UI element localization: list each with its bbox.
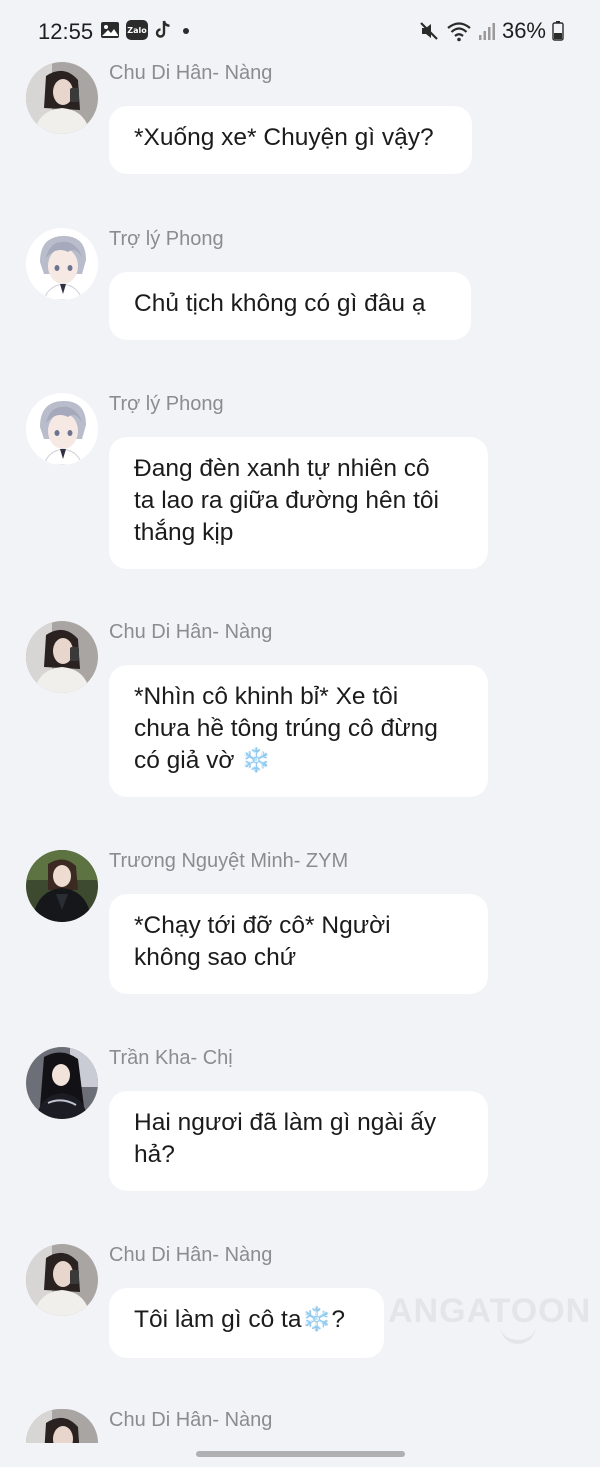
message-bubble[interactable]: Hai ngươi đã làm gì ngài ấy hả? <box>109 1091 488 1191</box>
sender-name: Trương Nguyệt Minh- ZYM <box>109 850 349 872</box>
avatar[interactable] <box>26 393 98 465</box>
message-text-line: có giả vờ ❄️ <box>134 745 463 777</box>
avatar-girl-white-shirt <box>26 621 98 693</box>
message-text-line: thắng kịp <box>134 519 234 546</box>
chat-message: Trợ lý Phong Chủ tịch không có gì đâu ạ <box>0 228 600 340</box>
sender-name: Trợ lý Phong <box>109 393 224 415</box>
wifi-icon <box>447 22 471 42</box>
avatar[interactable] <box>26 62 98 134</box>
avatar[interactable] <box>26 621 98 693</box>
message-text-line: chưa hề tông trúng cô đừng <box>134 715 438 742</box>
message-text-line: không sao chứ <box>134 944 297 971</box>
avatar-girl-black-hair <box>26 1047 98 1119</box>
message-bubble[interactable]: *Xuống xe* Chuyện gì vậy? <box>109 106 472 174</box>
sender-name: Chu Di Hân- Nàng <box>109 62 273 84</box>
message-text: có giả vờ <box>134 747 235 774</box>
avatar[interactable] <box>26 228 98 300</box>
chat-message: Chu Di Hân- Nàng Tôi làm gì cô ta❄️? <box>0 1244 600 1358</box>
mute-icon <box>420 22 438 40</box>
tiktok-icon <box>155 20 170 38</box>
notification-icons: Zalo <box>100 20 194 40</box>
message-text-line: Đang đèn xanh tự nhiên cô <box>134 455 430 482</box>
avatar-girl-dark-jacket <box>26 850 98 922</box>
avatar-girl-white-shirt <box>26 1244 98 1316</box>
avatar[interactable] <box>26 850 98 922</box>
avatar[interactable] <box>26 1244 98 1316</box>
message-text-line: *Chạy tới đỡ cô* Người <box>134 912 391 939</box>
chat-message: Chu Di Hân- Nàng *Xuống xe* Chuyện gì vậ… <box>0 62 600 174</box>
home-indicator[interactable] <box>196 1451 405 1457</box>
message-text-line: ta lao ra giữa đường hên tôi <box>134 487 439 514</box>
avatar-anime-silver-hair <box>26 228 98 300</box>
battery-icon <box>552 21 564 41</box>
message-bubble[interactable]: *Chạy tới đỡ cô* Người không sao chứ <box>109 894 488 994</box>
sender-name: Trần Kha- Chị <box>109 1047 233 1069</box>
signal-icon <box>478 23 495 40</box>
dot-icon <box>183 28 189 34</box>
message-text-line: hả? <box>134 1141 175 1168</box>
battery-percentage: 36% <box>501 18 546 43</box>
message-text-line: *Nhìn cô khinh bỉ* Xe tôi <box>134 683 399 710</box>
sender-name: Chu Di Hân- Nàng <box>109 1409 273 1431</box>
message-text: Tôi làm gì cô ta <box>134 1306 302 1333</box>
message-bubble[interactable]: Tôi làm gì cô ta❄️? <box>109 1288 384 1358</box>
zalo-icon: Zalo <box>126 20 148 40</box>
avatar-anime-silver-hair <box>26 393 98 465</box>
chat-message: Trần Kha- Chị Hai ngươi đã làm gì ngài ấ… <box>0 1047 600 1191</box>
avatar[interactable] <box>26 1047 98 1119</box>
status-time: 12:55 <box>38 19 94 44</box>
message-bubble[interactable]: *Nhìn cô khinh bỉ* Xe tôi chưa hề tông t… <box>109 665 488 797</box>
message-text-line: Hai ngươi đã làm gì ngài ấy <box>134 1109 437 1136</box>
status-bar: 12:55 Zalo 36% <box>0 0 600 62</box>
chat-message: Chu Di Hân- Nàng *Nhìn cô khinh bỉ* Xe t… <box>0 621 600 797</box>
system-icons: 36% <box>418 18 564 44</box>
snowflake-emoji: ❄️ <box>241 747 272 774</box>
message-bubble[interactable]: Chủ tịch không có gì đâu ạ <box>109 272 471 340</box>
sender-name: Trợ lý Phong <box>109 228 224 250</box>
message-text: Chủ tịch không có gì đâu ạ <box>134 290 426 317</box>
snowflake-emoji: ❄️ <box>301 1306 332 1333</box>
avatar-girl-white-shirt <box>26 62 98 134</box>
message-bubble[interactable]: Đang đèn xanh tự nhiên cô ta lao ra giữa… <box>109 437 488 569</box>
sender-name: Chu Di Hân- Nàng <box>109 621 273 643</box>
chat-message: Trương Nguyệt Minh- ZYM *Chạy tới đỡ cô*… <box>0 850 600 994</box>
message-text: ? <box>331 1306 346 1333</box>
message-text: *Xuống xe* Chuyện gì vậy? <box>134 124 434 151</box>
avatar[interactable] <box>26 1409 98 1443</box>
chat-message: Trợ lý Phong Đang đèn xanh tự nhiên cô t… <box>0 393 600 569</box>
image-icon <box>101 22 119 38</box>
avatar-girl-white-shirt <box>26 1409 98 1443</box>
sender-name: Chu Di Hân- Nàng <box>109 1244 273 1266</box>
chat-message: Chu Di Hân- Nàng <box>0 1409 600 1467</box>
